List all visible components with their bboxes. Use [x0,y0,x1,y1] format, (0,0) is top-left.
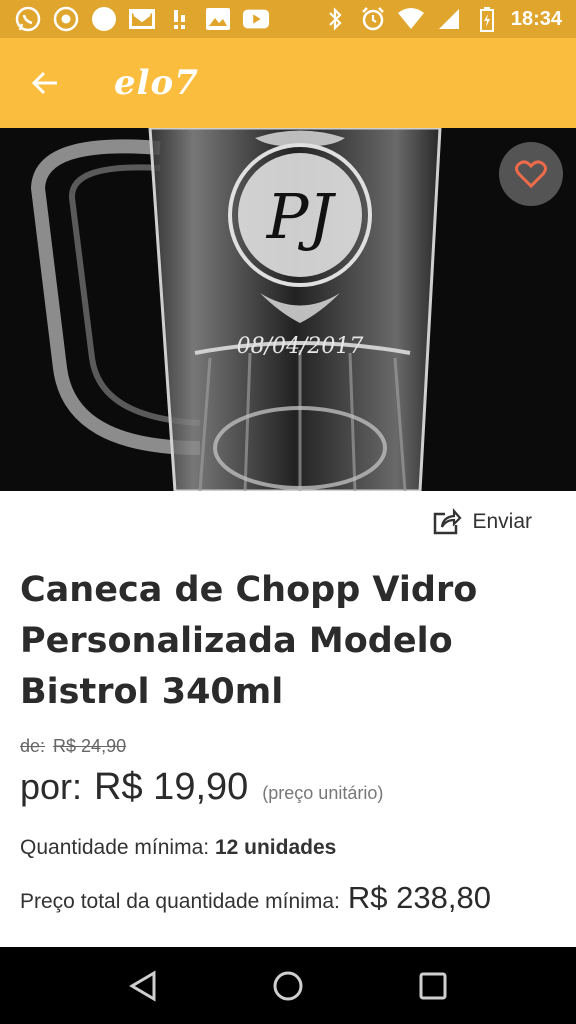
share-icon [434,508,462,535]
app-logo[interactable]: elo7 [114,63,199,103]
mug-photo: PJ 08/04/2017 [0,128,576,491]
price-prefix: por: [20,766,83,807]
minimum-quantity: Quantidade mínima: 12 unidades [20,836,336,860]
chrome-icon [52,6,80,32]
nav-recents-button[interactable] [403,956,463,1016]
product-title: Caneca de Chopp Vidro Personalizada Mode… [20,570,478,712]
youtube-icon [242,6,270,32]
arrow-left-icon [31,71,57,95]
whatsapp-icon [14,6,42,32]
favorite-button[interactable] [499,142,563,206]
share-label: Enviar [472,510,532,533]
wifi-icon [397,6,425,32]
back-nav-icon [128,969,156,1002]
old-price-value: R$ 24,90 [53,736,127,756]
engraving-monogram: PJ [266,180,337,253]
gmail-icon [128,6,156,32]
heart-icon [515,160,547,188]
engraving-date: 08/04/2017 [237,334,364,359]
product-image[interactable]: PJ 08/04/2017 [0,128,576,491]
old-price-prefix: de: [20,736,46,756]
notification-icon [166,6,194,32]
nav-home-button[interactable] [258,956,318,1016]
circle-icon [90,6,118,32]
signal-icon [435,6,463,32]
price-note: (preço unitário) [262,783,384,803]
status-system-icons: 18:34 [321,6,576,32]
system-nav-bar [0,947,576,1024]
total-label: Preço total da quantidade mínima: [20,890,340,913]
alarm-icon [359,6,387,32]
min-qty-label: Quantidade mínima: [20,836,210,859]
status-time: 18:34 [510,7,562,30]
total-value: R$ 238,80 [347,880,491,915]
status-bar: 18:34 [0,0,576,38]
recents-nav-icon [419,972,447,999]
battery-icon [473,6,501,32]
nav-back-button[interactable] [113,956,173,1016]
image-icon [204,6,232,32]
current-price: por: R$ 19,90 (preço unitário) [20,766,383,809]
status-notification-icons [0,6,270,32]
minimum-total: Preço total da quantidade mínima: R$ 238… [20,880,491,916]
old-price: de: R$ 24,90 [20,736,126,757]
back-button[interactable] [0,38,90,128]
min-qty-value: 12 unidades [214,836,337,859]
price-value: R$ 19,90 [94,766,249,808]
bluetooth-icon [321,6,349,32]
home-nav-icon [273,971,303,1000]
share-button[interactable]: Enviar [432,508,532,536]
app-bar: elo7 [0,38,576,128]
